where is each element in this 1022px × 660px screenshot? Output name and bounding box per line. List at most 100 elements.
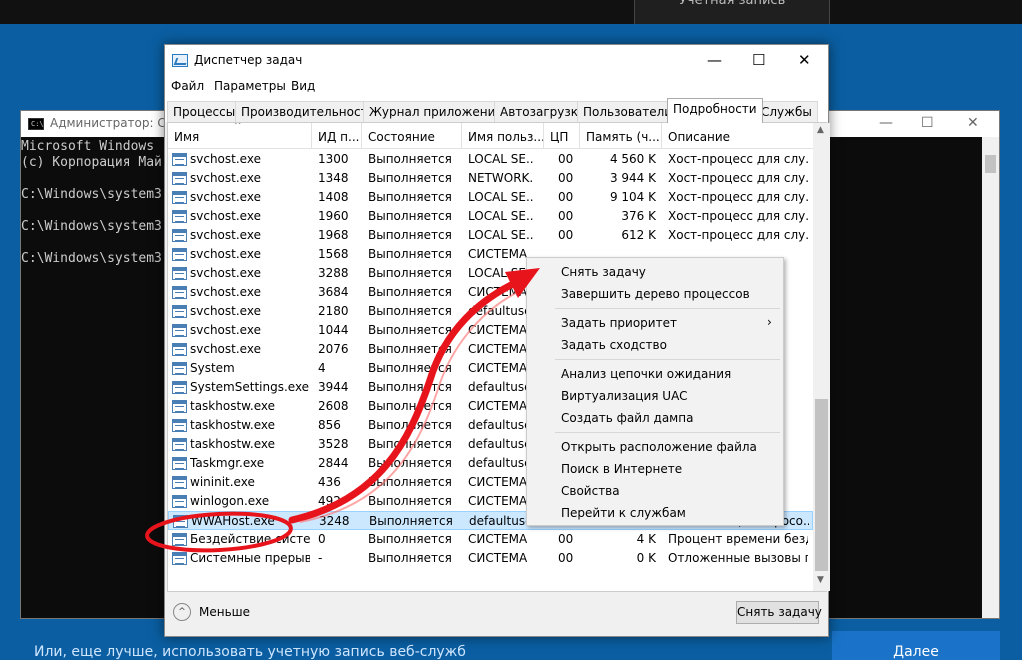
cell-pid: 436 (318, 475, 341, 489)
col-user[interactable]: Имя польз... (462, 123, 544, 149)
task-manager-icon (172, 54, 188, 67)
tab-users[interactable]: Пользователи (577, 101, 679, 122)
process-icon (172, 381, 187, 394)
table-row[interactable]: svchost.exe 1300 Выполняется LOCAL SE... 00 4… (168, 150, 813, 169)
col-cpu[interactable]: ЦП (544, 123, 580, 149)
cell-state: Выполняется (368, 494, 452, 508)
cell-user: СИСТЕМА (468, 342, 528, 356)
ctx-analyze-wait-chain[interactable]: Анализ цепочки ожидания (561, 367, 731, 381)
col-memory[interactable]: Память (ч... (580, 123, 662, 149)
tab-services[interactable]: Службы (755, 101, 818, 122)
menu-view[interactable]: Вид (291, 79, 315, 93)
process-icon (172, 286, 187, 299)
details-scrollbar[interactable]: ▲ ▼ (813, 123, 830, 591)
end-task-button[interactable]: Снять задачу (736, 601, 822, 624)
web-account-link[interactable]: Или, еще лучше, использовать учетную зап… (34, 644, 466, 660)
process-icon (172, 495, 187, 508)
console-maximize-icon[interactable]: ☐ (921, 115, 934, 131)
cell-user: СИСТЕМА (468, 551, 528, 565)
cell-user: defaultuser0 (468, 418, 534, 432)
ctx-properties[interactable]: Свойства (561, 484, 620, 498)
cell-name: Taskmgr.exe (190, 456, 265, 470)
tm-minimize-icon[interactable]: — (707, 51, 722, 69)
process-icon (172, 267, 187, 280)
tab-performance[interactable]: Производительность (235, 101, 381, 122)
cell-name: svchost.exe (190, 152, 261, 166)
account-tab[interactable]: Учетная запись (634, 0, 830, 24)
col-pid[interactable]: ИД п... (312, 123, 362, 149)
cell-user: defaultuser0 (468, 456, 534, 470)
cell-user: defaultuser0 (468, 380, 534, 394)
cell-mem: 3 944 K (609, 171, 656, 185)
table-row[interactable]: Бездействие системы 0 Выполняется СИСТЕМА 00… (168, 530, 813, 549)
process-icon (172, 305, 187, 318)
cell-pid: 492 (318, 494, 341, 508)
cell-pid: 3944 (318, 380, 349, 394)
fewer-details-label: Меньше (199, 605, 251, 619)
process-icon (172, 229, 187, 242)
col-state[interactable]: Состояние (362, 123, 462, 149)
table-row[interactable]: svchost.exe 1348 Выполняется NETWORK... 00 3 … (168, 169, 813, 188)
process-icon (172, 153, 187, 166)
ctx-search-online[interactable]: Поиск в Интернете (561, 462, 682, 476)
table-row[interactable]: Системные прерыв... - Выполняется СИСТЕМА 00… (168, 549, 813, 568)
tm-tabs: Процессы Производительность Журнал прило… (165, 98, 828, 123)
cell-name: Бездействие системы (190, 532, 310, 546)
console-minimize-icon[interactable]: — (879, 115, 893, 131)
cell-name: taskhostw.exe (190, 437, 275, 451)
scroll-down-icon[interactable]: ▼ (817, 575, 824, 585)
cell-name: svchost.exe (190, 323, 261, 337)
ctx-set-priority[interactable]: Задать приоритет (561, 316, 677, 330)
process-icon (172, 191, 187, 204)
cell-pid: 2844 (318, 456, 349, 470)
cell-name: svchost.exe (190, 209, 261, 223)
console-close-icon[interactable]: ✕ (967, 115, 979, 131)
menu-file[interactable]: Файл (171, 79, 204, 93)
process-icon (172, 552, 187, 565)
tab-processes[interactable]: Процессы (167, 101, 242, 122)
tab-details[interactable]: Подробности (667, 98, 763, 123)
cell-state: Выполняется (368, 190, 452, 204)
cell-name: svchost.exe (190, 190, 261, 204)
submenu-chevron-icon: › (767, 315, 772, 329)
cell-pid: 3248 (319, 514, 350, 528)
cell-pid: 3684 (318, 285, 349, 299)
ctx-end-task[interactable]: Снять задачу (561, 265, 646, 279)
cell-user: СИСТЕМА (468, 494, 528, 508)
console-scrollbar[interactable] (982, 137, 999, 618)
cell-name: svchost.exe (190, 266, 261, 280)
next-button[interactable]: Далее (832, 631, 1000, 660)
cell-name: svchost.exe (190, 304, 261, 318)
menu-options[interactable]: Параметры (214, 79, 286, 93)
tm-maximize-icon[interactable]: ☐ (752, 51, 765, 69)
cell-state: Выполняется (368, 304, 452, 318)
process-icon (172, 419, 187, 432)
ctx-uac-virtualization[interactable]: Виртуализация UAC (561, 389, 687, 403)
ctx-create-dump[interactable]: Создать файл дампа (561, 411, 693, 425)
ctx-open-file-location[interactable]: Открыть расположение файла (561, 440, 757, 454)
ctx-set-affinity[interactable]: Задать сходство (561, 338, 667, 352)
ctx-separator (555, 308, 780, 309)
cell-name: SystemSettings.exe (190, 380, 310, 394)
cell-cpu: 00 (558, 228, 574, 242)
cell-cpu: 00 (558, 171, 574, 185)
tm-close-icon[interactable]: ✕ (798, 51, 811, 69)
process-icon (172, 362, 187, 375)
ctx-end-process-tree[interactable]: Завершить дерево процессов (561, 287, 750, 301)
table-row[interactable]: svchost.exe 1408 Выполняется LOCAL SE... 00 9… (168, 188, 813, 207)
table-row[interactable]: svchost.exe 1968 Выполняется LOCAL SE... 00 6… (168, 226, 813, 245)
table-row[interactable]: svchost.exe 1960 Выполняется LOCAL SE... 00 3… (168, 207, 813, 226)
cell-name: svchost.exe (190, 228, 261, 242)
details-scroll-thumb[interactable] (815, 399, 828, 571)
ctx-go-to-services[interactable]: Перейти к службам (561, 506, 686, 520)
tm-title-bar[interactable]: Диспетчер задач — ☐ ✕ (165, 45, 828, 76)
scroll-up-icon[interactable]: ▲ (817, 125, 824, 135)
cell-state: Выполняется (368, 456, 452, 470)
console-icon: C:\ (28, 118, 44, 130)
col-name[interactable]: ^ Имя (168, 123, 312, 149)
tm-menu-bar: Файл Параметры Вид (165, 76, 828, 98)
console-scroll-thumb[interactable] (985, 155, 996, 173)
process-icon (172, 172, 187, 185)
col-description[interactable]: Описание (662, 123, 813, 149)
tab-app-history[interactable]: Журнал приложений (363, 101, 510, 122)
